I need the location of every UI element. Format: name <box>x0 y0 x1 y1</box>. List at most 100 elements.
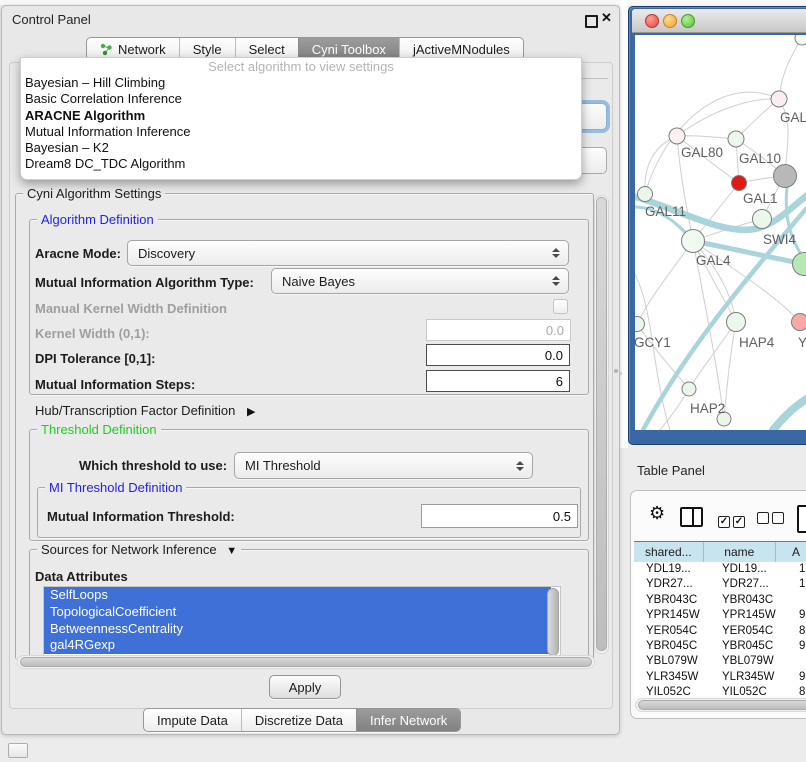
network-node-hap2[interactable] <box>682 382 696 396</box>
panel-splitter-handle2[interactable] <box>619 372 622 375</box>
deselect-all-columns-icon[interactable] <box>757 511 784 529</box>
network-node-gal80[interactable] <box>669 128 685 144</box>
network-node-gal4[interactable] <box>682 230 705 253</box>
algorithm-option-selected[interactable]: ARACNE Algorithm <box>21 108 581 124</box>
network-node[interactable] <box>793 253 806 276</box>
network-node[interactable] <box>795 35 806 45</box>
collapsed-panel-button[interactable] <box>8 743 28 758</box>
algorithm-option[interactable]: Dream8 DC_TDC Algorithm <box>21 156 581 172</box>
algorithm-option[interactable]: Bayesian – K2 <box>21 140 581 156</box>
table-row[interactable]: YPR145WYPR145W9. <box>634 608 806 623</box>
network-node-hap4[interactable] <box>727 313 746 332</box>
mi-threshold-field[interactable]: 0.5 <box>421 504 578 528</box>
algorithm-definition-title: Algorithm Definition <box>37 212 158 227</box>
list-item[interactable]: gal4RGexp <box>44 637 551 654</box>
table-header: shared... name A <box>634 541 806 563</box>
hub-section-header[interactable]: Hub/Transcription Factor Definition ▶ <box>35 403 255 418</box>
kernel-width-label: Kernel Width (0,1): <box>35 326 150 341</box>
settings-horizontal-scrollbar[interactable] <box>17 655 595 669</box>
algorithm-option[interactable]: Basic Correlation Inference <box>21 91 581 107</box>
network-node-gal11[interactable] <box>638 187 653 202</box>
threshold-definition-title: Threshold Definition <box>37 422 161 437</box>
table-row[interactable]: YLR345WYLR345W9. <box>634 670 806 685</box>
node-label: GAL80 <box>681 145 723 160</box>
table-row[interactable]: YDL19...YDL19...13 <box>634 562 806 577</box>
table-combo-edge[interactable] <box>579 147 607 174</box>
combo-stepper-icon <box>552 248 560 258</box>
algorithm-placeholder: Select algorithm to view settings <box>21 58 581 75</box>
settings-group-title: Cyni Algorithm Settings <box>23 186 165 201</box>
minimize-traffic-light[interactable] <box>663 14 677 28</box>
table-row[interactable]: YDR27...YDR27...12 <box>634 577 806 592</box>
network-node-swi4[interactable] <box>753 210 772 229</box>
which-threshold-combo[interactable]: MI Threshold <box>234 452 533 479</box>
algorithm-option[interactable]: Bayesian – Hill Climbing <box>21 75 581 91</box>
column-header-partial[interactable]: A <box>776 542 806 562</box>
table-panel-title: Table Panel <box>637 463 705 478</box>
list-scrollbar[interactable] <box>547 588 559 656</box>
collapsed-arrow-icon: ▶ <box>247 405 255 418</box>
aracne-mode-combo[interactable]: Discovery <box>127 240 569 266</box>
combo-stepper-icon <box>516 461 524 471</box>
node-label: SWI4 <box>763 232 796 247</box>
mi-steps-label: Mutual Information Steps: <box>35 377 195 392</box>
combo-stepper-icon <box>552 276 560 286</box>
table-row[interactable]: YBR045CYBR045C9. <box>634 639 806 654</box>
panel-splitter-handle[interactable] <box>614 369 618 373</box>
table-row[interactable]: YER054CYER054C8. <box>634 624 806 639</box>
sources-title-row[interactable]: Sources for Network Inference ▼ <box>37 542 241 557</box>
mi-steps-field[interactable]: 6 <box>426 370 570 392</box>
node-label: GAL <box>780 110 806 125</box>
algorithm-dropdown-popup: Select algorithm to view settings Bayesi… <box>20 57 582 180</box>
tab-infer-network[interactable]: Infer Network <box>356 709 460 731</box>
network-view-window: GAL GAL80 GAL10 GAL1 GAL11 SWI4 GAL4 GCY… <box>628 6 806 445</box>
network-node-salmon[interactable] <box>792 314 806 331</box>
dpi-tolerance-field[interactable]: 0.0 <box>426 344 570 366</box>
split-columns-icon[interactable] <box>680 507 703 527</box>
column-header-shared[interactable]: shared... <box>634 542 704 562</box>
tab-discretize-data[interactable]: Discretize Data <box>241 709 356 731</box>
algorithm-option[interactable]: Mutual Information Inference <box>21 124 581 140</box>
list-item[interactable]: TopologicalCoefficient <box>44 604 551 621</box>
data-attributes-list: SelfLoops TopologicalCoefficient Between… <box>43 586 561 658</box>
new-table-icon[interactable] <box>797 505 806 533</box>
node-label: GAL11 <box>645 204 686 219</box>
close-traffic-light[interactable] <box>645 14 659 28</box>
mi-type-combo[interactable]: Naive Bayes <box>271 268 569 294</box>
control-panel-window: Control Panel ✕ Network Style Select Cyn… <box>1 5 620 735</box>
network-node[interactable] <box>771 91 787 107</box>
gear-icon[interactable]: ⚙ <box>649 503 665 524</box>
network-icon <box>100 43 113 56</box>
kernel-width-field[interactable]: 0.0 <box>426 319 571 341</box>
table-row[interactable]: YBL079WYBL079W <box>634 654 806 669</box>
close-icon[interactable]: ✕ <box>601 10 612 26</box>
manual-kernel-checkbox[interactable] <box>553 299 568 314</box>
network-node-gal10[interactable] <box>728 131 744 147</box>
column-header-name[interactable]: name <box>704 542 776 562</box>
tab-impute-data[interactable]: Impute Data <box>144 709 241 731</box>
network-canvas[interactable]: GAL GAL80 GAL10 GAL1 GAL11 SWI4 GAL4 GCY… <box>635 35 806 430</box>
network-node-gray[interactable] <box>774 165 797 188</box>
node-label: Y <box>798 335 806 350</box>
hidden-group-border <box>580 78 608 79</box>
apply-button[interactable]: Apply <box>269 675 341 699</box>
network-node-gcy1[interactable] <box>635 317 645 332</box>
select-all-columns-icon[interactable]: ✓✓ <box>718 511 745 529</box>
list-item[interactable]: SelfLoops <box>44 587 551 604</box>
algorithm-combo-edge[interactable] <box>579 103 607 130</box>
manual-kernel-label: Manual Kernel Width Definition <box>35 301 227 316</box>
network-node-gal1-selected[interactable] <box>732 176 747 191</box>
table-body: YDL19...YDL19...13 YDR27...YDR27...12 YB… <box>634 562 806 696</box>
node-label: GAL1 <box>743 191 778 206</box>
table-row[interactable]: YIL052CYIL052C8. <box>634 685 806 696</box>
network-window-titlebar[interactable] <box>632 9 806 33</box>
node-label: GAL10 <box>739 151 781 166</box>
table-row[interactable]: YBR043CYBR043C <box>634 593 806 608</box>
which-threshold-label: Which threshold to use: <box>79 458 227 473</box>
table-horizontal-scrollbar[interactable] <box>635 698 806 712</box>
zoom-traffic-light[interactable] <box>681 14 695 28</box>
float-window-icon[interactable] <box>585 15 598 28</box>
list-item[interactable]: BetweennessCentrality <box>44 621 551 638</box>
network-graph: GAL GAL80 GAL10 GAL1 GAL11 SWI4 GAL4 GCY… <box>635 35 806 430</box>
settings-vertical-scrollbar[interactable] <box>594 195 609 654</box>
